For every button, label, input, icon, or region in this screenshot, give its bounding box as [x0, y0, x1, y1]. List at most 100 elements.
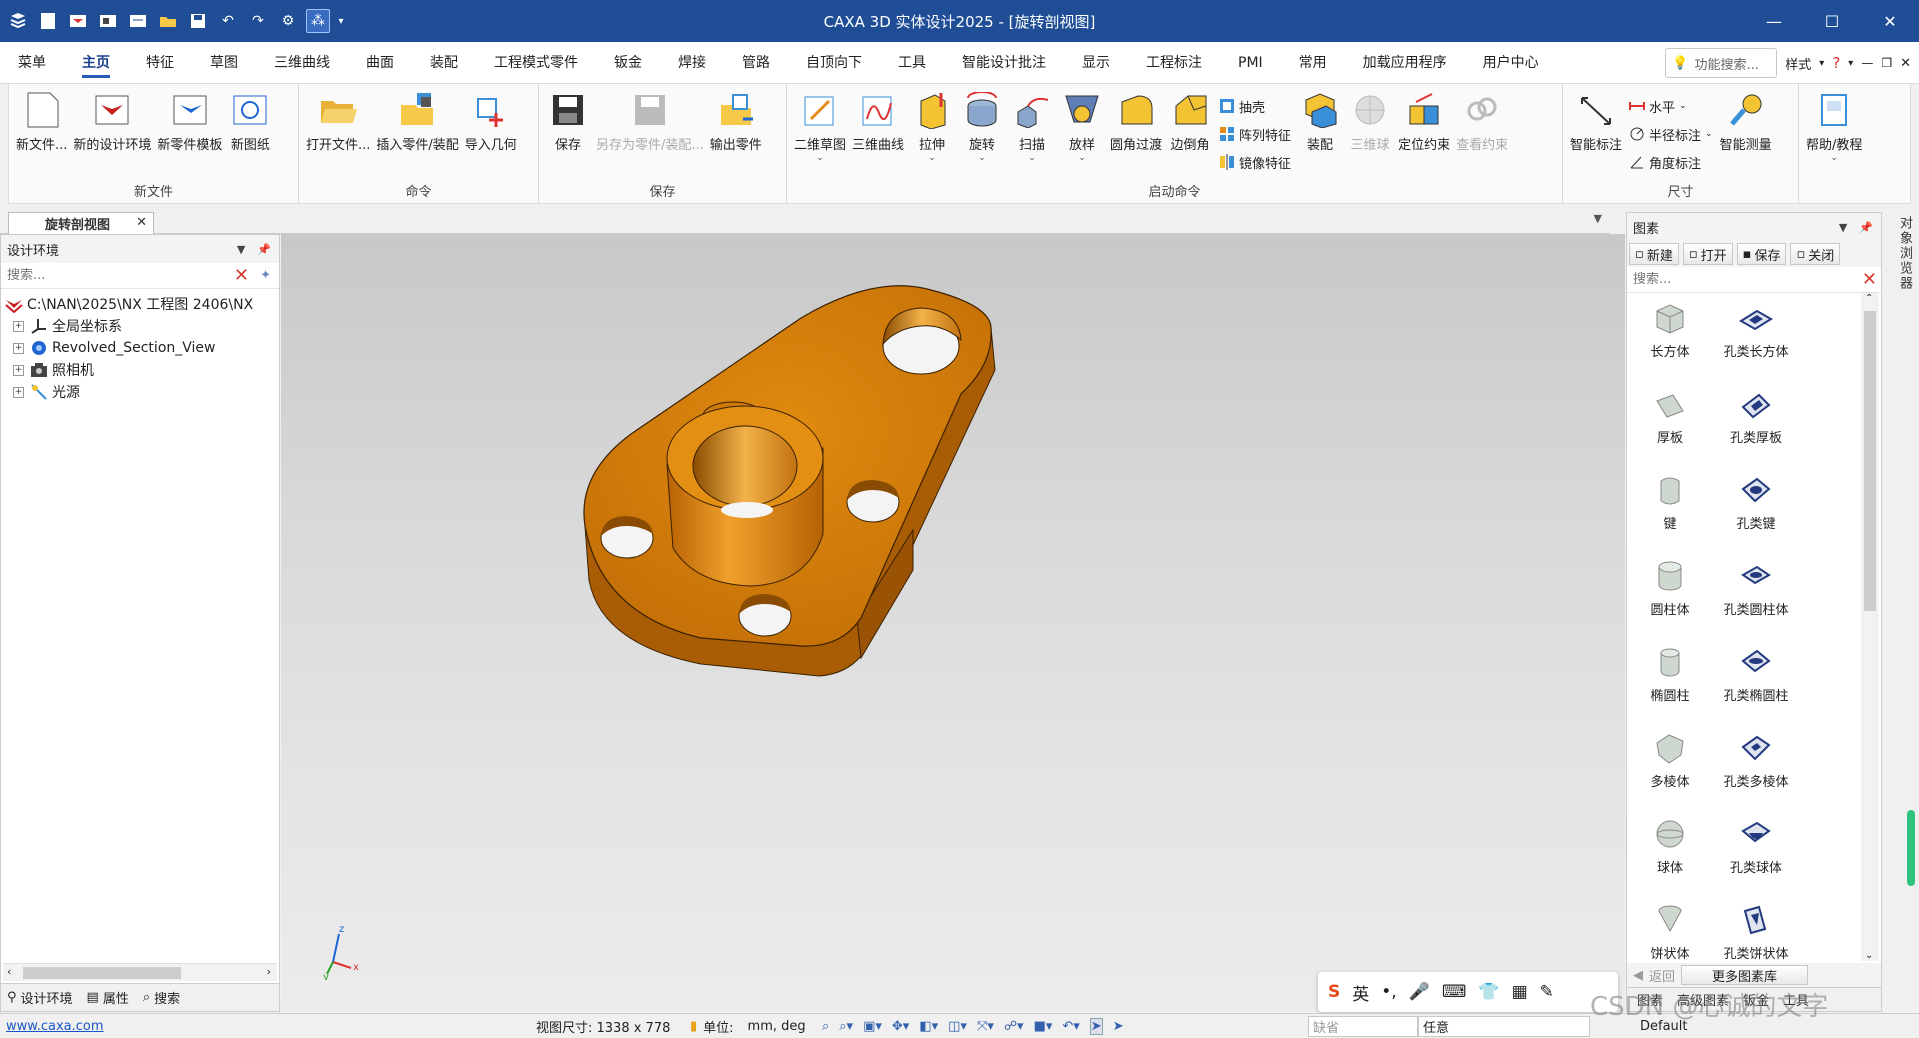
extrude-button[interactable]: 拉伸 ⌄ [907, 90, 957, 163]
3d-viewport[interactable]: z x y [281, 234, 1625, 1012]
minimize-button[interactable]: — [1745, 0, 1803, 42]
open-file-button[interactable]: 打开文件... [303, 90, 373, 153]
skin-icon[interactable]: 👕 [1478, 982, 1499, 1002]
tree-node-root[interactable]: C:\NAN\2025\NX 工程图 2406\NX [1, 293, 279, 315]
style-menu[interactable]: 样式 [1785, 54, 1811, 73]
new-catalog-button[interactable]: ▫ 新建 [1629, 243, 1679, 265]
new-design-icon[interactable] [66, 9, 90, 33]
horizontal-dim-button[interactable]: 水平 ⌄ [1629, 94, 1713, 118]
redo-icon[interactable]: ↷ [246, 9, 270, 33]
menu-user-center[interactable]: 用户中心 [1465, 42, 1557, 84]
punctuation-icon[interactable]: •, [1381, 982, 1396, 1002]
help-icon[interactable]: ? [1832, 54, 1840, 72]
ribbon-close-icon[interactable]: ✕ [1900, 56, 1911, 71]
display-icon[interactable]: ☍▾ [1004, 1019, 1024, 1034]
tree-node-global-coords[interactable]: + 全局坐标系 [1, 315, 279, 337]
menu-common[interactable]: 常用 [1281, 42, 1345, 84]
scroll-left-icon[interactable]: ‹ [7, 965, 11, 978]
back-button[interactable]: 返回 [1649, 966, 1675, 985]
menu-smart-annotation[interactable]: 智能设计批注 [944, 42, 1064, 84]
shape-hole-plate[interactable]: 孔类厚板 [1713, 379, 1799, 465]
insert-part-button[interactable]: 插入零件/装配 [373, 90, 461, 153]
pin-icon[interactable]: 📌 [1859, 221, 1873, 234]
more-libraries-button[interactable]: 更多图素库 [1681, 965, 1809, 985]
menu-3d-curve[interactable]: 三维曲线 [256, 42, 348, 84]
tree-node-light[interactable]: + 光源 [1, 381, 279, 403]
menu-engineering-annotation[interactable]: 工程标注 [1128, 42, 1220, 84]
ime-language-toggle[interactable]: 英 [1352, 980, 1369, 1005]
menu-tools[interactable]: 工具 [880, 42, 944, 84]
radius-dim-button[interactable]: 半径标注 ⌄ [1629, 122, 1713, 146]
shape-hole-sphere[interactable]: 孔类球体 [1713, 809, 1799, 895]
3d-ball-button[interactable]: 三维球 [1345, 90, 1395, 153]
keyboard-icon[interactable]: ⌨ [1442, 982, 1467, 1002]
3d-curve-button[interactable]: 三维曲线 [849, 90, 907, 153]
close-catalog-button[interactable]: ▫ 关闭 [1790, 243, 1841, 265]
undo-view-icon[interactable]: ↶▾ [1062, 1019, 1079, 1034]
render-style-icon[interactable]: ◧▾ [919, 1019, 938, 1034]
menu-main[interactable]: 菜单 [0, 42, 64, 84]
menu-home[interactable]: 主页 [64, 42, 128, 84]
shape-pie[interactable]: 饼状体 [1627, 895, 1713, 961]
filter-select[interactable]: 缺省 [1308, 1016, 1418, 1037]
shape-hole-key[interactable]: 孔类键 [1713, 465, 1799, 551]
tab-design-env[interactable]: ⚲ 设计环境 [7, 988, 73, 1007]
pan-icon[interactable]: ✥▾ [892, 1019, 909, 1034]
view-constraint-button[interactable]: 查看约束 [1453, 90, 1511, 153]
unit-value[interactable]: mm, deg [748, 1019, 806, 1034]
import-geometry-button[interactable]: 导入几何 [462, 90, 520, 153]
solid-icon[interactable]: ■▾ [1034, 1019, 1053, 1034]
view-orientation-icon[interactable]: ▣▾ [863, 1019, 882, 1034]
menu-display[interactable]: 显示 [1064, 42, 1128, 84]
menu-pmi[interactable]: PMI [1220, 42, 1281, 84]
assembly-button[interactable]: 装配 [1295, 90, 1345, 153]
expand-icon[interactable]: + [13, 364, 24, 376]
smart-annotation-button[interactable]: 智能标注 [1567, 90, 1625, 153]
2d-sketch-button[interactable]: 二维草图 ⌄ [791, 90, 849, 163]
shape-hole-pie[interactable]: 孔类饼状体 [1713, 895, 1799, 961]
shape-hole-elliptic-cylinder[interactable]: 孔类椭圆柱 [1713, 637, 1799, 723]
expand-icon[interactable]: + [13, 342, 24, 354]
selection-type-select[interactable]: 任意 [1418, 1016, 1590, 1037]
app-logo-icon[interactable] [6, 9, 30, 33]
settings-gear-icon[interactable]: ⚙ [276, 9, 300, 33]
scroll-down-icon[interactable]: ⌄ [1865, 950, 1873, 961]
tab-tools[interactable]: 工具 [1783, 990, 1809, 1009]
pattern-feature-button[interactable]: 阵列特征 [1219, 122, 1291, 146]
pointer-select-icon[interactable]: ➤ [1089, 1017, 1103, 1035]
shape-polygon-prism[interactable]: 多棱体 [1627, 723, 1713, 809]
shape-sphere[interactable]: 球体 [1627, 809, 1713, 895]
menu-welding[interactable]: 焊接 [660, 42, 724, 84]
shell-button[interactable]: 抽壳 [1219, 94, 1291, 118]
open-folder-icon[interactable] [156, 9, 180, 33]
menu-engineering-part[interactable]: 工程模式零件 [476, 42, 596, 84]
menu-top-down[interactable]: 自顶向下 [788, 42, 880, 84]
menu-assembly[interactable]: 装配 [412, 42, 476, 84]
sogou-logo-icon[interactable]: S [1328, 982, 1340, 1002]
panel-dropdown-icon[interactable]: ▼ [1839, 221, 1847, 234]
filter-icon[interactable]: ✦ [260, 268, 271, 283]
ribbon-restore-icon[interactable]: ❐ [1881, 56, 1892, 70]
expand-icon[interactable]: + [13, 386, 24, 398]
tab-advanced-elements[interactable]: 高级图素 [1677, 990, 1729, 1009]
function-search-input[interactable]: 💡 功能搜索... [1665, 48, 1778, 78]
maximize-button[interactable]: ☐ [1803, 0, 1861, 42]
tab-elements[interactable]: 图素 [1637, 990, 1663, 1009]
menu-piping[interactable]: 管路 [724, 42, 788, 84]
position-constraint-button[interactable]: 定位约束 [1395, 90, 1453, 153]
open-catalog-button[interactable]: ▫ 打开 [1682, 243, 1733, 265]
tab-sheet-metal[interactable]: 钣金 [1743, 990, 1769, 1009]
tree-search-input[interactable] [7, 268, 207, 283]
shape-key[interactable]: 键 [1627, 465, 1713, 551]
shape-hole-polygon-prism[interactable]: 孔类多棱体 [1713, 723, 1799, 809]
grid-menu-icon[interactable]: ▦ [1512, 982, 1528, 1002]
section-icon[interactable]: ◫▾ [948, 1019, 967, 1034]
zoom-fit-icon[interactable]: ⌕ [822, 1019, 829, 1034]
revolve-button[interactable]: 旋转 ⌄ [957, 90, 1007, 163]
smart-measure-button[interactable]: 智能测量 [1717, 90, 1775, 153]
new-file-button[interactable]: 新文件... [13, 90, 70, 153]
back-arrow-icon[interactable]: ◀ [1633, 968, 1643, 983]
new-part-template-button[interactable]: 新零件模板 [154, 90, 225, 153]
new-design-env-button[interactable]: 新的设计环境 [70, 90, 154, 153]
website-link[interactable]: www.caxa.com [6, 1019, 104, 1034]
